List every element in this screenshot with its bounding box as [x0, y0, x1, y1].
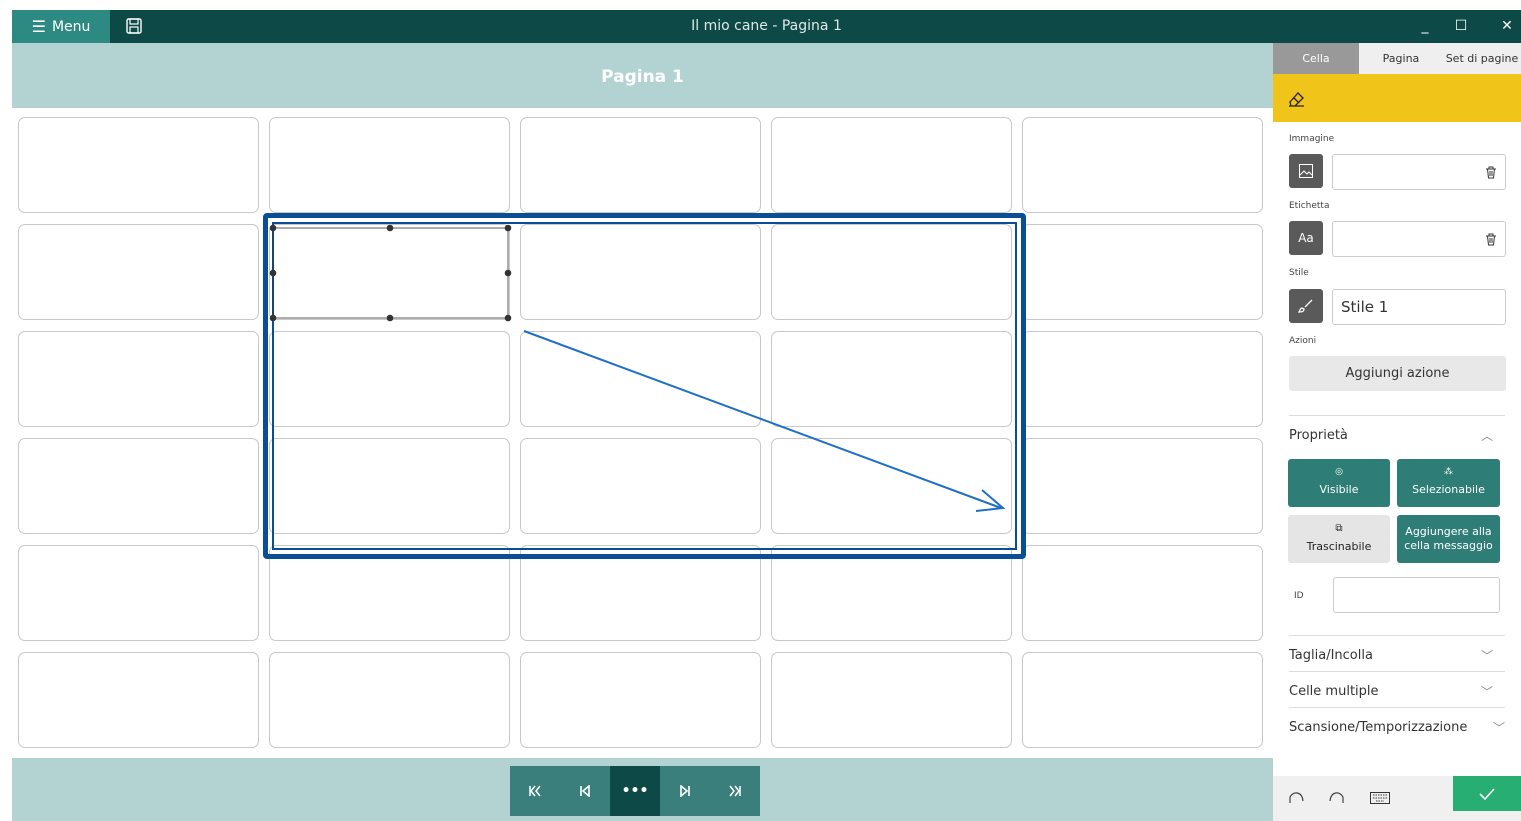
close-button[interactable]: ✕ [1495, 16, 1519, 36]
scanning-title: Scansione/Temporizzazione [1289, 720, 1468, 735]
more-button[interactable]: ••• [610, 766, 660, 816]
trash-icon[interactable] [1485, 166, 1497, 179]
label-field[interactable] [1332, 221, 1506, 257]
selectable-label: Selezionabile [1412, 483, 1485, 496]
chevron-up-icon: ︿ [1480, 429, 1493, 443]
draggable-label: Trascinabile [1306, 540, 1372, 553]
scanning-section[interactable]: Scansione/Temporizzazione ﹀ [1289, 707, 1505, 744]
image-label: Immagine [1289, 134, 1335, 144]
first-page-icon [529, 785, 541, 797]
id-label: ID [1294, 591, 1304, 601]
eye-icon: ◎ [1335, 467, 1343, 477]
actions-label: Azioni [1289, 336, 1317, 346]
image-field[interactable] [1332, 154, 1506, 190]
confirm-button[interactable] [1453, 776, 1521, 811]
image-button[interactable] [1289, 154, 1323, 188]
chevron-down-icon: ﹀ [1492, 721, 1505, 735]
brush-icon [1298, 299, 1313, 313]
check-icon [1479, 787, 1495, 800]
selectable-toggle[interactable]: ⁂ Selezionabile [1397, 459, 1500, 507]
label-label: Etichetta [1289, 201, 1330, 211]
chevron-down-icon: ﹀ [1480, 685, 1493, 699]
panel-footer [1273, 776, 1521, 821]
chevron-down-icon: ﹀ [1480, 649, 1493, 663]
last-page-button[interactable] [710, 766, 760, 816]
undo-icon[interactable] [1287, 791, 1305, 805]
visible-label: Visibile [1319, 483, 1359, 496]
style-button[interactable] [1289, 289, 1323, 323]
visible-toggle[interactable]: ◎ Visibile [1288, 459, 1390, 507]
redo-icon[interactable] [1328, 791, 1346, 805]
drag-icon: ⧉ [1335, 523, 1343, 534]
multiple-cells-title: Celle multiple [1289, 684, 1379, 699]
more-icon: ••• [621, 783, 649, 799]
image-icon [1299, 164, 1313, 178]
tab-cella[interactable]: Cella [1273, 43, 1359, 74]
maximize-button[interactable]: ☐ [1449, 16, 1473, 36]
last-page-icon [729, 785, 741, 797]
trash-icon[interactable] [1485, 233, 1497, 246]
properties-section[interactable]: Proprietà ︿ [1289, 415, 1505, 452]
cell-toolbar [1273, 74, 1521, 122]
tab-set-di-pagine[interactable]: Set di pagine [1443, 43, 1521, 74]
multiple-cells-section[interactable]: Celle multiple ﹀ [1289, 671, 1505, 708]
first-page-button[interactable] [510, 766, 560, 816]
add-action-button[interactable]: Aggiungi azione [1289, 356, 1506, 391]
prev-page-button[interactable] [560, 766, 610, 816]
label-button[interactable]: Aa [1289, 221, 1323, 255]
add-to-message-toggle[interactable]: Aggiungere alla cella messaggio [1397, 515, 1500, 563]
next-page-button[interactable] [660, 766, 710, 816]
next-page-icon [680, 785, 690, 797]
bottom-navigation-bar: ••• [12, 758, 1273, 821]
eraser-icon[interactable] [1287, 88, 1307, 108]
style-field[interactable]: Stile 1 [1332, 289, 1506, 325]
cut-paste-title: Taglia/Incolla [1289, 648, 1373, 663]
draggable-toggle[interactable]: ⧉ Trascinabile [1288, 515, 1390, 563]
tab-pagina[interactable]: Pagina [1359, 43, 1443, 74]
properties-title: Proprietà [1289, 428, 1348, 443]
prev-page-icon [580, 785, 590, 797]
properties-panel: Cella Pagina Set di pagine Immagine Etic… [1273, 43, 1521, 821]
id-field[interactable] [1333, 577, 1500, 613]
minimize-button[interactable]: _ [1413, 16, 1437, 36]
drag-arrow [523, 330, 1006, 512]
keyboard-icon[interactable] [1370, 792, 1390, 804]
style-label: Stile [1289, 268, 1309, 278]
cut-paste-section[interactable]: Taglia/Incolla ﹀ [1289, 635, 1505, 672]
selectable-icon: ⁂ [1444, 467, 1453, 477]
